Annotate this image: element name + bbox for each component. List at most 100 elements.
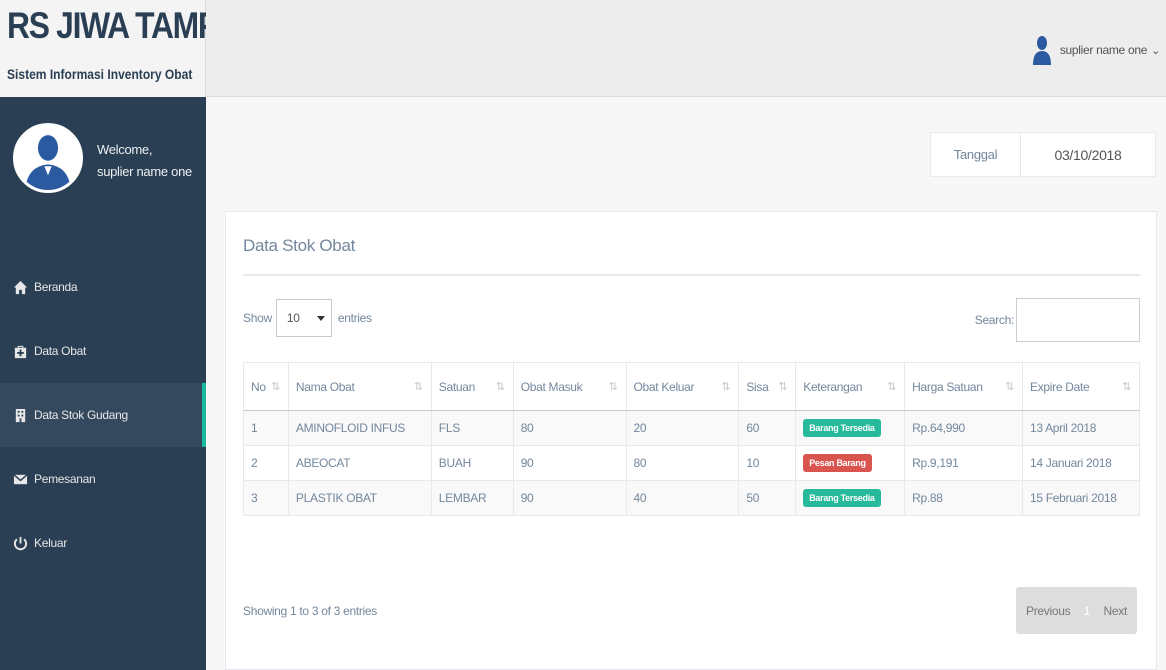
length-control: Show 10 entries bbox=[243, 299, 372, 337]
column-header-nama-obat[interactable]: Nama Obat ⇅ bbox=[287, 362, 432, 411]
sidebar-item-label: Data Obat bbox=[34, 344, 86, 358]
cell-harga-satuan: Rp.9,191 bbox=[904, 445, 1023, 481]
cell-no: 3 bbox=[243, 480, 289, 516]
cell-obat-masuk: 80 bbox=[512, 410, 627, 446]
user-icon bbox=[1032, 36, 1051, 65]
previous-button[interactable]: Previous bbox=[1026, 604, 1071, 618]
column-header-satuan[interactable]: Satuan ⇅ bbox=[430, 362, 514, 411]
cell-satuan: FLS bbox=[430, 410, 514, 446]
show-label: Show bbox=[243, 311, 272, 325]
column-header-obat-masuk[interactable]: Obat Masuk ⇅ bbox=[512, 362, 627, 411]
cell-no: 1 bbox=[243, 410, 289, 446]
cell-obat-keluar: 20 bbox=[625, 410, 740, 446]
sidebar-item-data-obat[interactable]: Data Obat bbox=[0, 319, 206, 383]
stock-table: No ⇅ Nama Obat ⇅ Satuan ⇅ Obat Masuk ⇅ Obat … bbox=[243, 362, 1141, 516]
user-menu[interactable]: suplier name one ⌄ bbox=[1032, 35, 1160, 65]
cell-obat-masuk: 90 bbox=[512, 480, 627, 516]
sort-icon: ⇅ bbox=[270, 381, 280, 393]
pagination: Previous 1 Next bbox=[1016, 587, 1137, 634]
cell-keterangan: Barang Tersedia bbox=[795, 480, 906, 516]
profile: Welcome, suplier name one bbox=[0, 123, 206, 213]
column-header-expire-date[interactable]: Expire Date ⇅ bbox=[1021, 362, 1141, 411]
next-button[interactable]: Next bbox=[1104, 604, 1128, 618]
cell-satuan: BUAH bbox=[430, 445, 514, 481]
table-info: Showing 1 to 3 of 3 entries bbox=[243, 604, 377, 618]
sort-icon: ⇅ bbox=[887, 381, 897, 393]
home-icon bbox=[12, 279, 28, 295]
stock-panel: Data Stok Obat Show 10 entries Search: N… bbox=[225, 211, 1157, 670]
status-badge: Pesan Barang bbox=[803, 454, 872, 472]
search-control: Search: bbox=[975, 298, 1140, 342]
sidebar-item-data-stok-gudang[interactable]: Data Stok Gudang bbox=[0, 383, 206, 447]
cell-expire-date: 15 Februari 2018 bbox=[1021, 480, 1141, 516]
cell-no: 2 bbox=[243, 445, 289, 481]
search-input[interactable] bbox=[1016, 298, 1140, 342]
cell-harga-satuan: Rp.64,990 bbox=[904, 410, 1023, 446]
power-icon bbox=[12, 535, 28, 551]
cell-sisa: 10 bbox=[738, 445, 797, 481]
cell-sisa: 50 bbox=[738, 480, 797, 516]
sort-icon: ⇅ bbox=[721, 381, 731, 393]
sidebar-item-label: Beranda bbox=[34, 280, 78, 294]
sidebar: RS JIWA TAMPAN Sistem Informasi Inventor… bbox=[0, 0, 260, 670]
cell-harga-satuan: Rp.88 bbox=[904, 480, 1023, 516]
column-header-sisa[interactable]: Sisa ⇅ bbox=[738, 362, 797, 411]
column-header-obat-keluar[interactable]: Obat Keluar ⇅ bbox=[625, 362, 740, 411]
date-value: 03/10/2018 bbox=[1054, 146, 1122, 163]
brand-subtitle: Sistem Informasi Inventory Obat bbox=[7, 66, 193, 82]
cell-nama-obat: PLASTIK OBAT bbox=[287, 480, 432, 516]
welcome-text: Welcome, bbox=[97, 142, 153, 157]
building-icon bbox=[12, 407, 28, 423]
brand-title[interactable]: RS JIWA TAMPAN bbox=[7, 4, 260, 48]
status-badge: Barang Tersedia bbox=[803, 419, 881, 437]
column-header-no[interactable]: No ⇅ bbox=[243, 362, 289, 411]
date-box: Tanggal 03/10/2018 bbox=[930, 132, 1156, 177]
cell-obat-keluar: 80 bbox=[625, 445, 740, 481]
table-row: 2 ABEOCAT BUAH 90 80 10 Pesan Barang Rp.… bbox=[243, 445, 1141, 481]
sidebar-menu: Beranda Data Obat Data Stok Gudang Pemes… bbox=[0, 255, 206, 575]
cell-expire-date: 14 Januari 2018 bbox=[1021, 445, 1141, 481]
cell-expire-date: 13 April 2018 bbox=[1021, 410, 1141, 446]
table-header-row: No ⇅ Nama Obat ⇅ Satuan ⇅ Obat Masuk ⇅ Obat … bbox=[243, 362, 1141, 411]
table-row: 3 PLASTIK OBAT LEMBAR 90 40 50 Barang Te… bbox=[243, 480, 1141, 516]
entries-value: 10 bbox=[286, 311, 300, 325]
user-icon bbox=[16, 126, 80, 190]
entries-select[interactable]: 10 bbox=[275, 299, 332, 337]
panel-title: Data Stok Obat bbox=[243, 212, 1140, 276]
sort-icon: ⇅ bbox=[413, 381, 423, 393]
cell-sisa: 60 bbox=[738, 410, 797, 446]
cell-satuan: LEMBAR bbox=[430, 480, 514, 516]
cell-nama-obat: ABEOCAT bbox=[287, 445, 432, 481]
sidebar-item-label: Data Stok Gudang bbox=[34, 408, 128, 422]
column-header-keterangan[interactable]: Keterangan ⇅ bbox=[795, 362, 906, 411]
sidebar-item-pemesanan[interactable]: Pemesanan bbox=[0, 447, 206, 511]
sort-icon: ⇅ bbox=[1122, 381, 1131, 393]
table-row: 1 AMINOFLOID INFUS FLS 80 20 60 Barang T… bbox=[243, 410, 1141, 446]
avatar bbox=[13, 123, 83, 193]
cell-keterangan: Pesan Barang bbox=[795, 445, 906, 481]
cell-nama-obat: AMINOFLOID INFUS bbox=[287, 410, 432, 446]
table-controls: Show 10 entries Search: bbox=[243, 276, 1140, 342]
column-header-harga-satuan[interactable]: Harga Satuan ⇅ bbox=[904, 362, 1023, 411]
sort-icon: ⇅ bbox=[778, 381, 788, 393]
date-label: Tanggal bbox=[931, 133, 1021, 176]
cell-keterangan: Barang Tersedia bbox=[795, 410, 906, 446]
medkit-icon bbox=[12, 343, 28, 359]
profile-name: suplier name one bbox=[97, 164, 192, 179]
sort-icon: ⇅ bbox=[608, 381, 618, 393]
entries-label: entries bbox=[337, 311, 372, 325]
page-button-current[interactable]: 1 bbox=[1078, 604, 1096, 618]
status-badge: Barang Tersedia bbox=[803, 489, 881, 507]
sidebar-item-beranda[interactable]: Beranda bbox=[0, 255, 206, 319]
sidebar-item-keluar[interactable]: Keluar bbox=[0, 511, 206, 575]
sidebar-item-label: Keluar bbox=[34, 536, 67, 550]
caret-down-icon bbox=[316, 315, 325, 321]
cell-obat-masuk: 90 bbox=[512, 445, 627, 481]
search-label: Search: bbox=[974, 313, 1015, 327]
brand[interactable]: RS JIWA TAMPAN Sistem Informasi Inventor… bbox=[0, 0, 260, 97]
sort-icon: ⇅ bbox=[1005, 381, 1014, 393]
top-nav: suplier name one ⌄ bbox=[206, 0, 1166, 97]
sidebar-item-label: Pemesanan bbox=[34, 472, 96, 486]
sort-icon: ⇅ bbox=[495, 381, 505, 393]
chevron-down-icon: ⌄ bbox=[1151, 44, 1160, 57]
